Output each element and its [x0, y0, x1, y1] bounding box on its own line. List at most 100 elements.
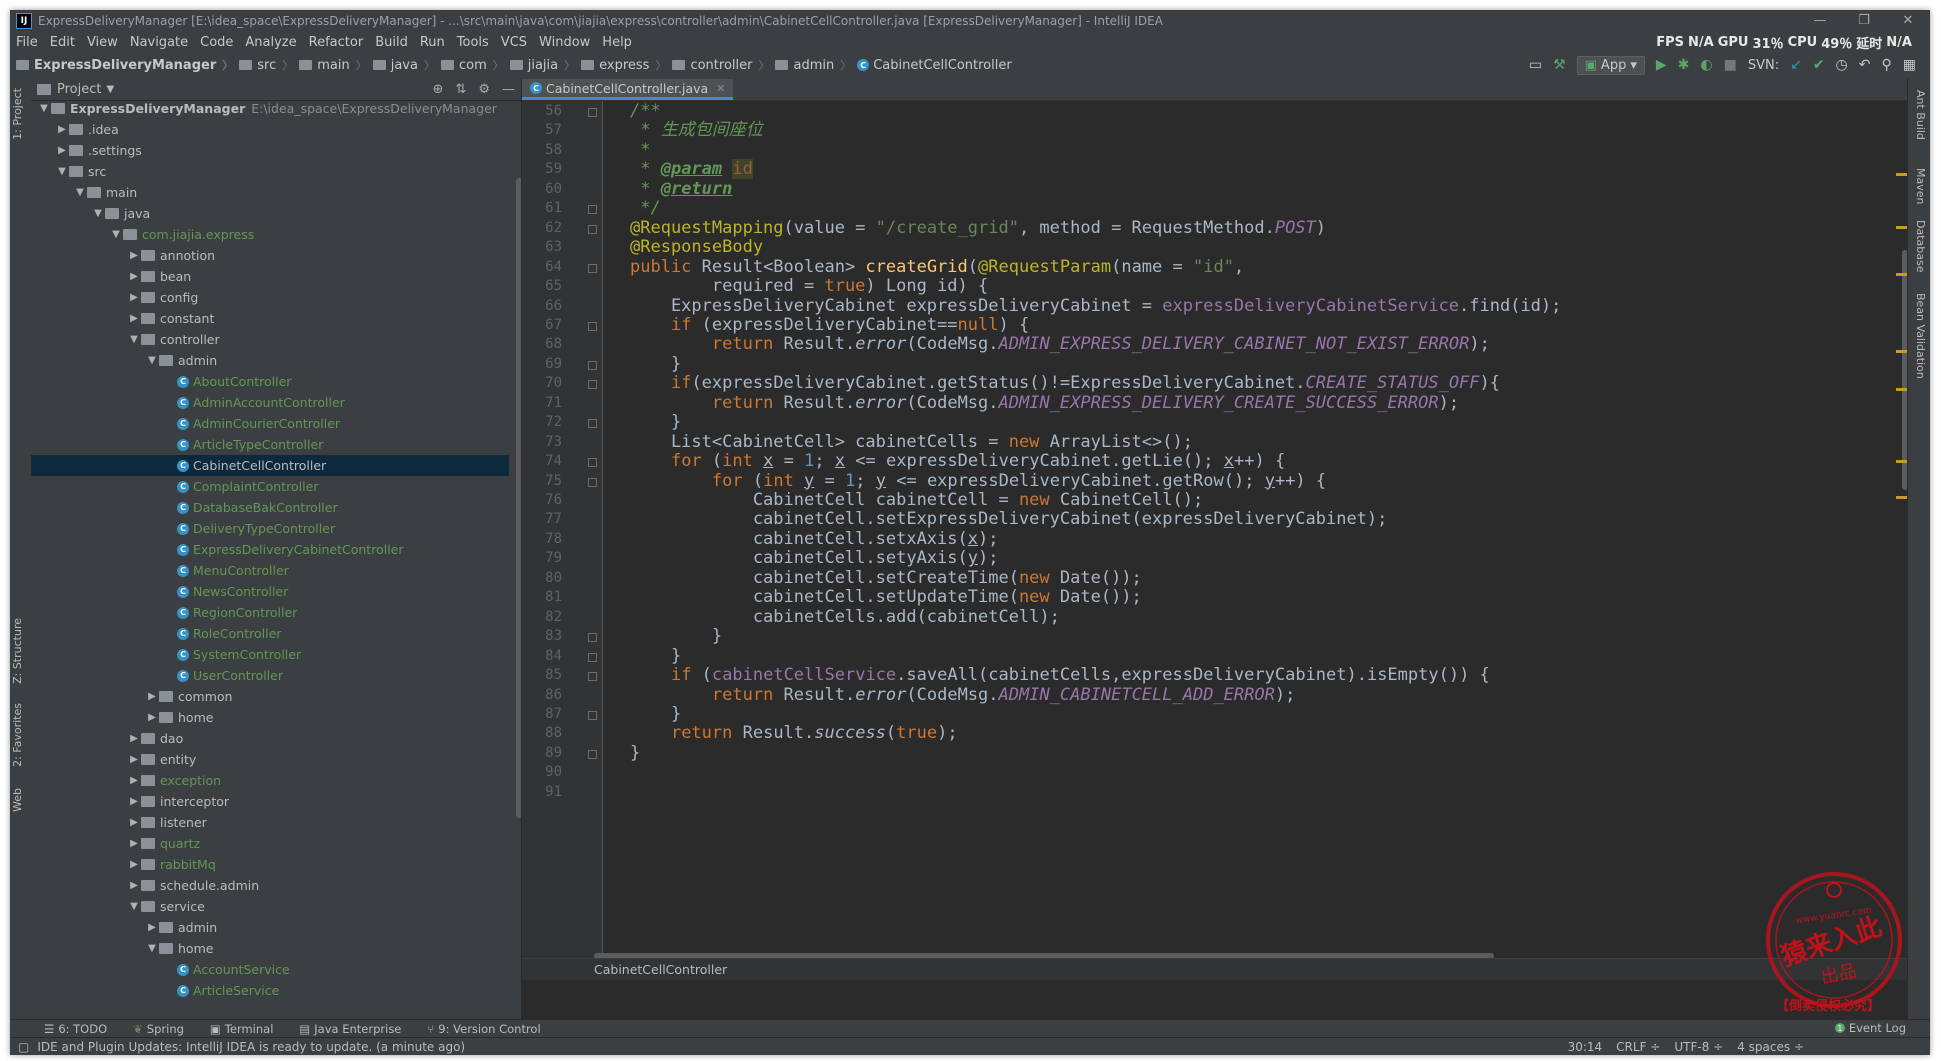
tree-class-item[interactable]: C DatabaseBakController [31, 497, 509, 518]
line-number[interactable]: 68 [522, 336, 562, 352]
tree-class-item[interactable]: C AboutController [31, 371, 509, 392]
fold-marker-icon[interactable] [588, 380, 597, 390]
tree-folder-item[interactable]: ▼ home [31, 938, 509, 959]
caret-position[interactable]: 30:14 [1568, 1040, 1603, 1054]
tree-class-item[interactable]: C ArticleService [31, 980, 509, 1001]
breadcrumb-class[interactable]: C CabinetCellController [851, 58, 1012, 73]
line-number[interactable]: 77 [522, 511, 562, 527]
build-hammer-icon[interactable]: ⚒ [1553, 57, 1566, 73]
run-icon[interactable]: ▶ [1656, 57, 1667, 73]
breadcrumb-admin[interactable]: admin 〉 [769, 57, 851, 73]
hide-icon[interactable]: — [502, 82, 515, 97]
tree-folder-item[interactable]: ▼ ExpressDeliveryManager E:\idea_space\Exp… [31, 98, 509, 119]
tree-class-item[interactable]: C AccountService [31, 959, 509, 980]
line-number[interactable]: 64 [522, 259, 562, 275]
expanded-arrow-icon[interactable]: ▼ [145, 943, 159, 954]
tree-folder-item[interactable]: ▶ listener [31, 812, 509, 833]
tree-class-item[interactable]: C CabinetCellController [31, 455, 509, 476]
line-number[interactable]: 67 [522, 317, 562, 333]
tool-tab-bean-validation[interactable]: Bean Validation [1914, 293, 1927, 379]
fold-marker-icon[interactable] [588, 419, 597, 429]
line-number[interactable]: 80 [522, 570, 562, 586]
tree-class-item[interactable]: C UserController [31, 665, 509, 686]
coverage-icon[interactable]: ◐ [1700, 57, 1712, 73]
tree-class-item[interactable]: C ComplaintController [31, 476, 509, 497]
tree-class-item[interactable]: C ExpressDeliveryCabinetController [31, 539, 509, 560]
fold-marker-icon[interactable] [588, 652, 597, 662]
tree-folder-item[interactable]: ▶ dao [31, 728, 509, 749]
collapsed-arrow-icon[interactable]: ▶ [127, 733, 141, 744]
expanded-arrow-icon[interactable]: ▼ [127, 901, 141, 912]
breadcrumb-src[interactable]: src 〉 [233, 57, 293, 73]
line-number[interactable]: 63 [522, 239, 562, 255]
fold-marker-icon[interactable] [588, 477, 597, 487]
fold-marker-icon[interactable] [588, 458, 597, 468]
event-log-button[interactable]: 1 Event Log [1834, 1019, 1906, 1037]
expanded-arrow-icon[interactable]: ▼ [55, 166, 69, 177]
tree-folder-item[interactable]: ▶ entity [31, 749, 509, 770]
collapsed-arrow-icon[interactable]: ▶ [127, 271, 141, 282]
line-number[interactable]: 66 [522, 298, 562, 314]
tree-folder-item[interactable]: ▼ src [31, 161, 509, 182]
close-icon[interactable]: ✕ [1886, 10, 1930, 32]
tree-folder-item[interactable]: ▼ main [31, 182, 509, 203]
line-number[interactable]: 69 [522, 356, 562, 372]
breadcrumb-com[interactable]: com 〉 [435, 57, 504, 73]
status-window-icon[interactable]: ▢ [18, 1040, 29, 1054]
fold-marker-icon[interactable] [588, 263, 597, 273]
line-number[interactable]: 87 [522, 706, 562, 722]
fold-marker-icon[interactable] [588, 224, 597, 234]
code-line[interactable]: return Result.error(CodeMsg.ADMIN_EXPRES… [630, 391, 1459, 415]
tree-class-item[interactable]: C ArticleTypeController [31, 434, 509, 455]
line-number[interactable]: 71 [522, 395, 562, 411]
breadcrumb-project[interactable]: ExpressDeliveryManager 〉 [10, 57, 233, 73]
line-number[interactable]: 57 [522, 122, 562, 138]
breadcrumb-main[interactable]: main 〉 [293, 57, 367, 73]
tree-class-item[interactable]: C RoleController [31, 623, 509, 644]
collapsed-arrow-icon[interactable]: ▶ [127, 292, 141, 303]
expanded-arrow-icon[interactable]: ▼ [91, 208, 105, 219]
tree-class-item[interactable]: C DeliveryTypeController [31, 518, 509, 539]
fold-marker-icon[interactable] [588, 749, 597, 759]
collapsed-arrow-icon[interactable]: ▶ [55, 145, 69, 156]
line-number[interactable]: 88 [522, 725, 562, 741]
code-line[interactable]: return Result.error(CodeMsg.ADMIN_EXPRES… [630, 332, 1490, 356]
collapsed-arrow-icon[interactable]: ▶ [127, 313, 141, 324]
menu-view[interactable]: View [81, 35, 124, 50]
svn-commit-icon[interactable]: ✔ [1813, 57, 1825, 73]
collapsed-arrow-icon[interactable]: ▶ [145, 691, 159, 702]
tree-folder-item[interactable]: ▶ config [31, 287, 509, 308]
collapsed-arrow-icon[interactable]: ▶ [127, 775, 141, 786]
line-number[interactable]: 72 [522, 414, 562, 430]
line-number[interactable]: 81 [522, 589, 562, 605]
expanded-arrow-icon[interactable]: ▼ [37, 103, 51, 114]
tool-tab-project[interactable]: 1: Project [11, 88, 24, 140]
layout-icon[interactable]: ▭ [1529, 57, 1542, 73]
status-message[interactable]: IDE and Plugin Updates: IntelliJ IDEA is… [37, 1040, 465, 1054]
fold-marker-icon[interactable] [588, 360, 597, 370]
tree-folder-item[interactable]: ▶ admin [31, 917, 509, 938]
revert-icon[interactable]: ↶ [1859, 57, 1871, 73]
tool-tab-todo[interactable]: ☰ 6: TODO [44, 1022, 107, 1036]
close-tab-icon[interactable]: ✕ [716, 82, 725, 95]
collapsed-arrow-icon[interactable]: ▶ [127, 880, 141, 891]
gear-icon[interactable]: ⚙ [478, 82, 490, 97]
line-number[interactable]: 62 [522, 220, 562, 236]
fold-marker-icon[interactable] [588, 710, 597, 720]
menu-help[interactable]: Help [596, 35, 638, 50]
collapsed-arrow-icon[interactable]: ▶ [127, 838, 141, 849]
project-panel-title[interactable]: Project [57, 82, 101, 97]
stop-icon[interactable]: ■ [1724, 57, 1737, 73]
file-encoding[interactable]: UTF-8 ÷ [1674, 1040, 1723, 1054]
expanded-arrow-icon[interactable]: ▼ [145, 355, 159, 366]
tree-class-item[interactable]: C NewsController [31, 581, 509, 602]
menu-vcs[interactable]: VCS [495, 35, 533, 50]
line-number[interactable]: 79 [522, 550, 562, 566]
line-number[interactable]: 65 [522, 278, 562, 294]
expanded-arrow-icon[interactable]: ▼ [127, 334, 141, 345]
line-number[interactable]: 83 [522, 628, 562, 644]
collapsed-arrow-icon[interactable]: ▶ [127, 817, 141, 828]
tool-tab-java-enterprise[interactable]: ▤ Java Enterprise [299, 1022, 401, 1036]
run-configuration-select[interactable]: ▣ App ▾ [1576, 55, 1645, 75]
tool-tab-spring[interactable]: ❦ Spring [133, 1022, 184, 1036]
